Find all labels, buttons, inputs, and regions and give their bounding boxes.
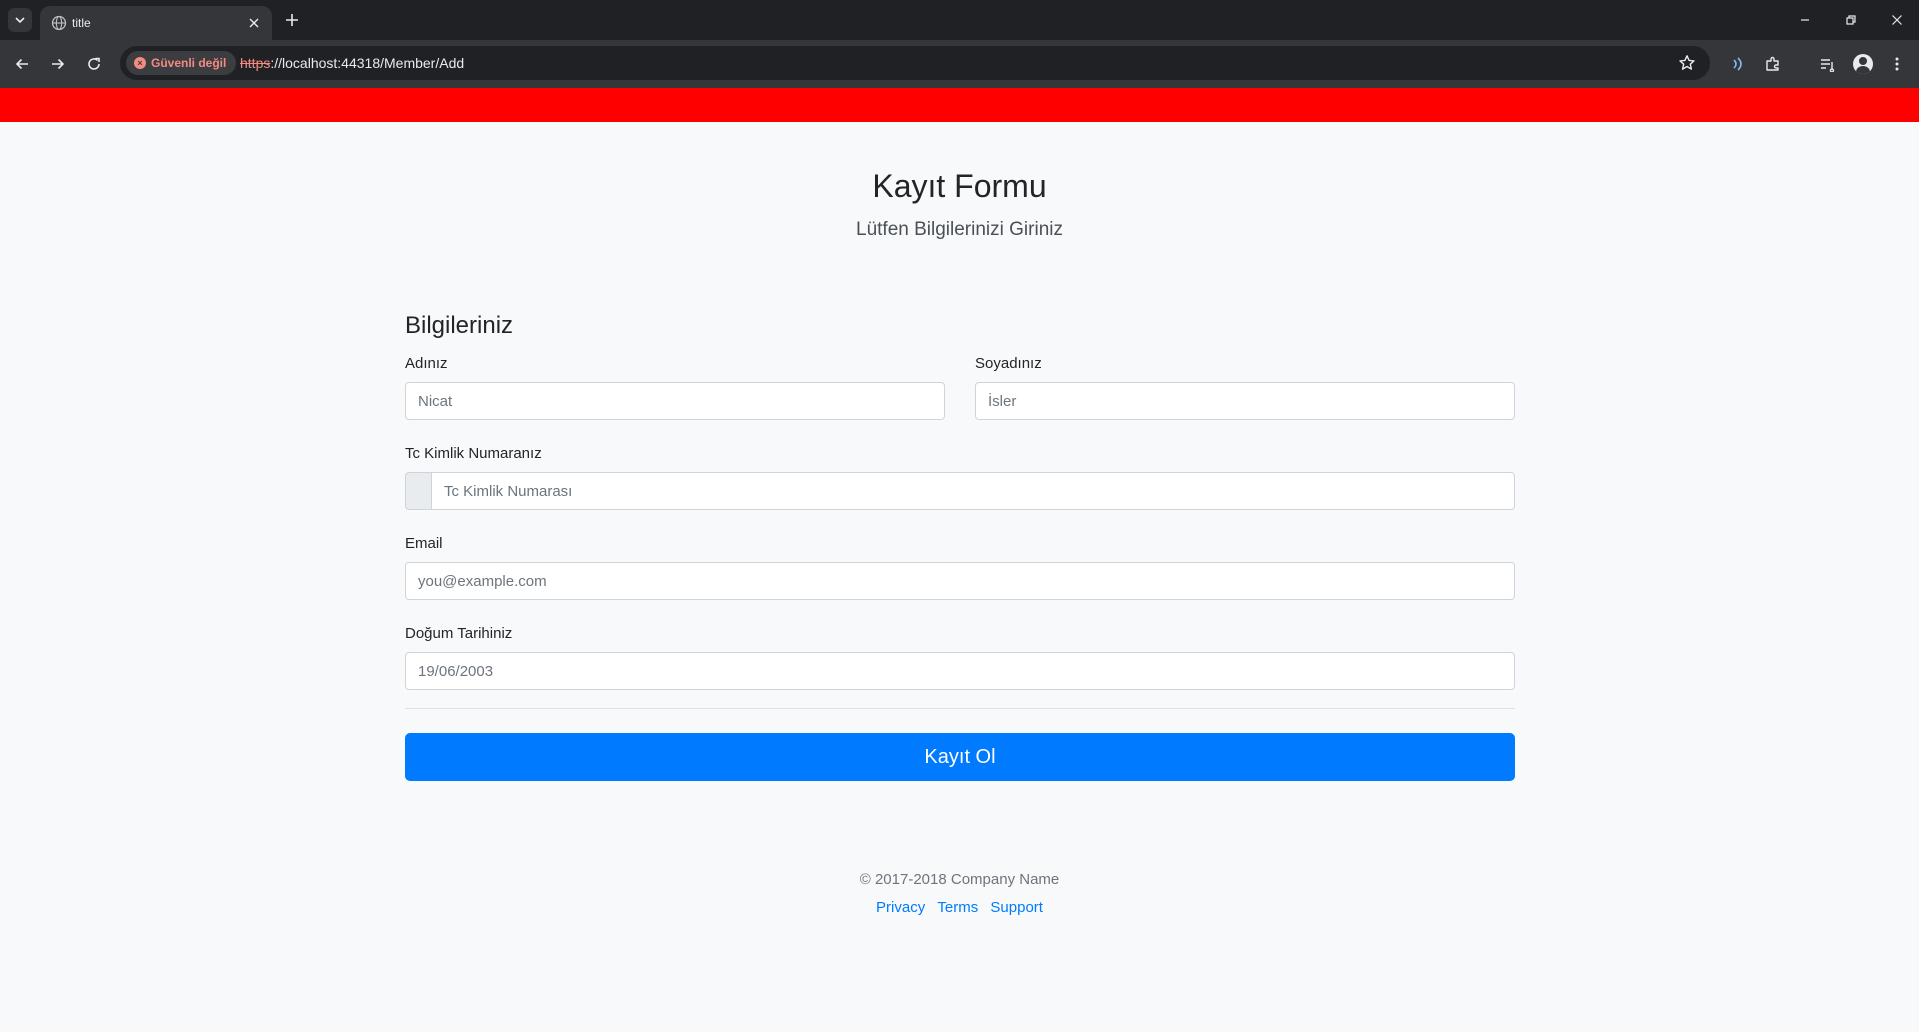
email-label: Email: [405, 535, 443, 552]
plus-icon: [286, 14, 298, 26]
back-button[interactable]: [10, 52, 34, 76]
footer-link-terms[interactable]: Terms: [937, 899, 978, 916]
page-lead: Lütfen Bilgilerinizi Giriniz: [856, 219, 1063, 240]
url-scheme: https: [240, 55, 271, 71]
media-cast-button[interactable]: [1725, 52, 1749, 76]
birth-date-label: Doğum Tarihiniz: [405, 625, 513, 642]
close-window-button[interactable]: [1885, 8, 1909, 32]
security-chip[interactable]: × Güvenli değil: [126, 51, 237, 75]
forward-arrow-icon: [52, 58, 65, 70]
page-title: Kayıt Formu: [872, 168, 1047, 204]
last-name-label: Soyadınız: [975, 355, 1042, 372]
last-name-group: Soyadınız: [975, 354, 1515, 420]
warning-icon: ×: [134, 57, 146, 69]
tc-input-prepend: [405, 472, 431, 510]
form-divider: [405, 708, 1515, 709]
footer-copyright: © 2017-2018 Company Name: [859, 871, 1060, 888]
close-icon: [1892, 15, 1902, 25]
email-group: Email: [405, 534, 1515, 600]
star-icon[interactable]: [1678, 54, 1696, 72]
browser-tab[interactable]: title: [40, 6, 272, 40]
last-name-input[interactable]: [975, 382, 1515, 420]
reload-icon: [88, 57, 100, 70]
url-text: https://localhost:44318/Member/Add: [240, 55, 464, 71]
profile-button[interactable]: [1851, 52, 1875, 76]
reading-list-icon: [1821, 59, 1835, 72]
birth-date-input[interactable]: [405, 652, 1515, 690]
reading-list-button[interactable]: [1815, 52, 1839, 76]
globe-icon: [51, 15, 67, 31]
more-vert-icon: [1895, 57, 1899, 71]
browser-toolbar: × Güvenli değil https://localhost:44318/…: [0, 40, 1919, 88]
email-field[interactable]: [405, 562, 1515, 600]
tc-label: Tc Kimlik Numaranız: [405, 445, 542, 462]
back-arrow-icon: [15, 58, 28, 70]
birth-date-group: Doğum Tarihiniz: [405, 624, 1515, 690]
chevron-down-icon: [15, 17, 25, 24]
tab-title: title: [72, 16, 91, 30]
tc-input-group: [405, 472, 1515, 510]
first-name-label: Adınız: [405, 355, 448, 372]
page-content: Kayıt Formu Lütfen Bilgilerinizi Giriniz…: [0, 122, 1919, 1032]
security-label: Güvenli değil: [151, 56, 227, 70]
extensions-button[interactable]: [1761, 52, 1785, 76]
minimize-icon: [1801, 19, 1809, 21]
close-icon: [249, 18, 259, 28]
tc-group: Tc Kimlik Numaranız: [405, 444, 1515, 510]
new-tab-button[interactable]: [282, 10, 302, 30]
puzzle-icon: [1766, 56, 1779, 71]
media-cast-icon: [1733, 57, 1742, 71]
forward-button[interactable]: [46, 52, 70, 76]
registration-form: Bilgileriniz Adınız Soyadınız Tc Kimlik …: [405, 310, 1515, 781]
section-title: Bilgileriniz: [405, 312, 514, 339]
avatar-icon: [1853, 54, 1873, 74]
footer-link-privacy[interactable]: Privacy: [876, 899, 925, 916]
restore-icon: [1846, 15, 1856, 25]
footer-links: Privacy Terms Support: [0, 898, 1919, 918]
tc-input[interactable]: [431, 472, 1515, 510]
minimize-button[interactable]: [1793, 8, 1817, 32]
tab-strip: title: [0, 0, 1919, 40]
tab-close-button[interactable]: [246, 15, 262, 31]
footer-link-support[interactable]: Support: [990, 899, 1043, 916]
top-banner: [0, 88, 1919, 122]
first-name-group: Adınız: [405, 354, 945, 420]
reload-button[interactable]: [82, 52, 106, 76]
address-bar[interactable]: × Güvenli değil https://localhost:44318/…: [120, 46, 1710, 80]
name-row: Adınız Soyadınız: [405, 354, 1515, 444]
browser-menu-button[interactable]: [1885, 52, 1909, 76]
tab-search-button[interactable]: [8, 8, 32, 32]
restore-button[interactable]: [1839, 8, 1863, 32]
first-name-input[interactable]: [405, 382, 945, 420]
register-button[interactable]: Kayıt Ol: [405, 733, 1515, 781]
url-rest: ://localhost:44318/Member/Add: [270, 55, 465, 71]
